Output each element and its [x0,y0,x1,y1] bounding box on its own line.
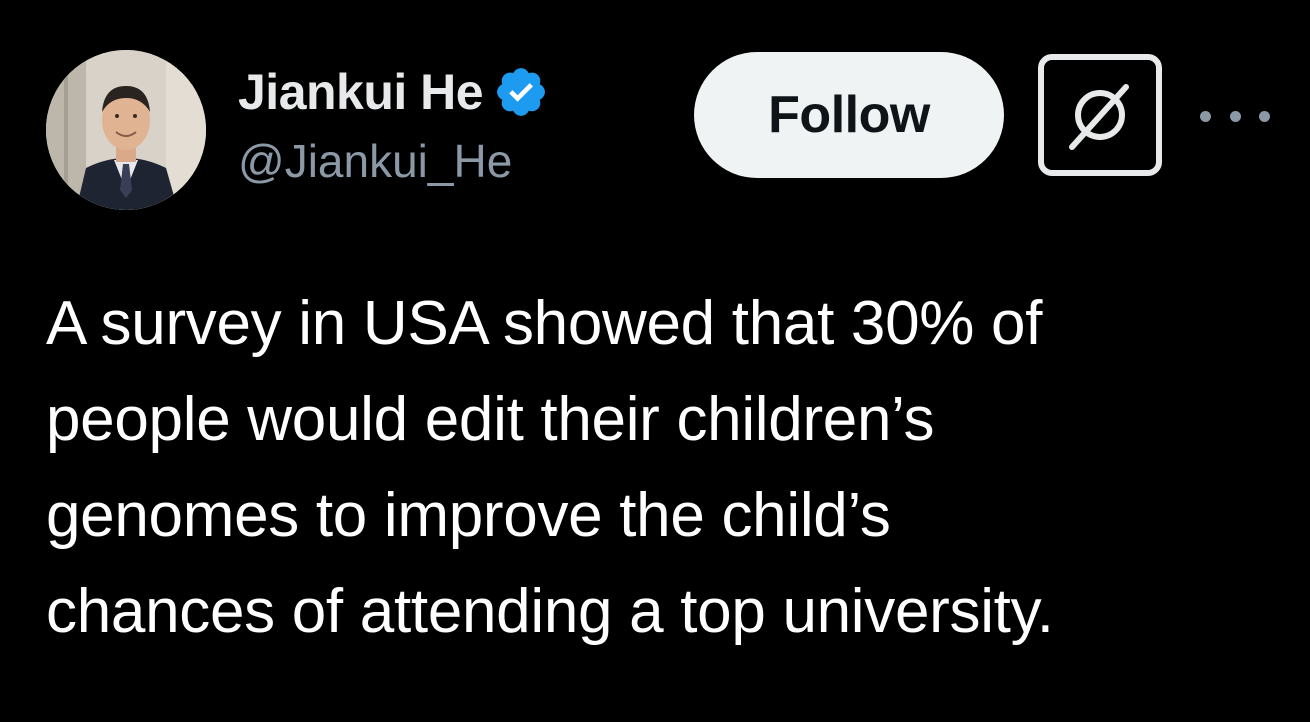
grok-icon[interactable] [1038,54,1162,176]
user-handle[interactable]: @Jiankui_He [238,134,549,188]
user-info: Jiankui He @Jiankui_He [238,60,549,188]
more-dot [1229,110,1241,122]
display-name[interactable]: Jiankui He [238,63,484,121]
verified-badge-icon[interactable] [493,64,549,120]
follow-button[interactable]: Follow [694,52,1004,178]
more-dot [1259,110,1270,122]
more-options-icon[interactable] [1200,96,1270,136]
more-dot [1200,110,1211,122]
avatar-image [46,50,206,210]
name-row: Jiankui He [238,60,549,124]
tweet-text: A survey in USA showed that 30% of peopl… [46,289,1054,646]
avatar[interactable] [46,50,206,210]
tweet-card: Jiankui He @Jiankui_He Follow A survey i… [0,0,1310,722]
